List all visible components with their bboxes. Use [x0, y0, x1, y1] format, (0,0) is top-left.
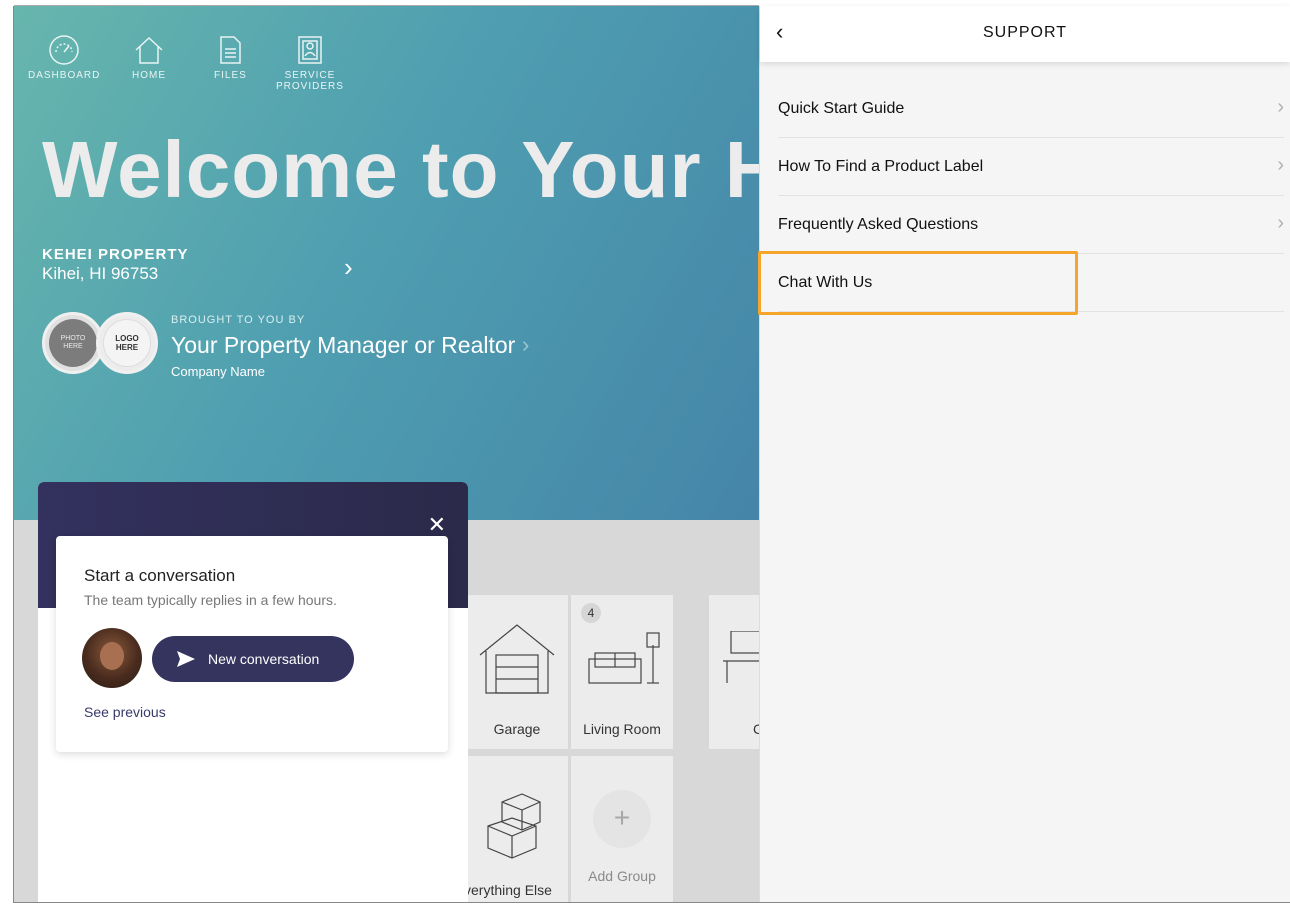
hero-banner: DASHBOARD HOME FILES SERVICE PROVIDERS W…	[14, 6, 759, 520]
manager-name[interactable]: Your Property Manager or Realtor	[171, 332, 515, 359]
support-item-label: Frequently Asked Questions	[778, 216, 979, 233]
brought-by-label: BROUGHT TO YOU BY	[171, 314, 306, 326]
support-item-product-label[interactable]: How To Find a Product Label ›	[778, 138, 1284, 196]
group-label-partial: C	[753, 721, 759, 737]
highlight-box	[758, 251, 1078, 315]
photo-label-2: HERE	[63, 343, 83, 350]
nav-service-providers-label: SERVICE PROVIDERS	[276, 70, 344, 92]
files-icon	[220, 36, 242, 64]
plus-icon: +	[593, 790, 651, 848]
company-name: Company Name	[171, 364, 265, 379]
property-chevron-right-icon[interactable]: ›	[344, 252, 353, 283]
window-frame-bottom	[14, 902, 1290, 903]
property-address[interactable]: Kihei, HI 96753	[42, 264, 158, 284]
nav-service-label-line2: PROVIDERS	[276, 81, 344, 92]
nav-service-providers[interactable]: SERVICE PROVIDERS	[276, 34, 344, 92]
add-group-button[interactable]: + Add Group	[571, 756, 673, 903]
property-name[interactable]: KEHEI PROPERTY	[42, 246, 189, 263]
support-item-faq[interactable]: Frequently Asked Questions ›	[778, 196, 1284, 254]
chat-title: Start a conversation	[84, 566, 236, 585]
see-previous-link[interactable]: See previous	[84, 704, 166, 720]
chevron-right-icon: ›	[1277, 96, 1284, 118]
home-screen: DASHBOARD HOME FILES SERVICE PROVIDERS W…	[14, 6, 759, 903]
support-panel: ‹ SUPPORT Quick Start Guide › How To Fin…	[759, 6, 1290, 903]
support-header: ‹ SUPPORT	[760, 6, 1290, 62]
send-icon	[177, 651, 195, 667]
group-label-everything-else: verything Else	[464, 882, 552, 898]
group-label-living-room: Living Room	[583, 721, 661, 737]
manager-chevron-right-icon[interactable]: ›	[522, 332, 529, 358]
group-tile-garage[interactable]: Garage	[466, 595, 568, 749]
welcome-heading: Welcome to Your Hor	[42, 125, 759, 214]
chat-widget: ✕ Start a conversation The team typicall…	[38, 482, 468, 903]
photo-label-1: PHOTO	[60, 335, 86, 342]
support-title: SUPPORT	[982, 24, 1068, 41]
nav-home-label: HOME	[132, 70, 166, 81]
support-item-label: Quick Start Guide	[778, 100, 905, 117]
group-tile-living-room[interactable]: 4 Living Room	[571, 595, 673, 749]
service-providers-icon	[298, 36, 322, 64]
nav-dashboard[interactable]: DASHBOARD	[28, 34, 100, 81]
desk-icon	[723, 631, 759, 683]
group-tile-everything-else[interactable]: verything Else	[464, 756, 568, 903]
agent-photo-placeholder: PHOTO HERE	[42, 312, 104, 374]
chevron-right-icon: ›	[1277, 154, 1284, 176]
conversation-card: Start a conversation The team typically …	[56, 536, 448, 752]
close-icon[interactable]: ✕	[428, 512, 446, 538]
nav-files-label: FILES	[214, 70, 247, 81]
chat-subtitle: The team typically replies in a few hour…	[84, 592, 337, 608]
support-item-label: How To Find a Product Label	[778, 158, 984, 175]
sofa-icon	[588, 632, 660, 684]
dashboard-gauge-icon	[49, 35, 79, 65]
logo-label-2: HERE	[115, 343, 139, 352]
chevron-right-icon: ›	[1277, 212, 1284, 234]
group-label-garage: Garage	[493, 721, 541, 737]
item-count-badge: 4	[581, 603, 601, 623]
nav-service-label-line1: SERVICE	[284, 70, 336, 81]
garage-icon	[479, 624, 555, 694]
new-conversation-label: New conversation	[208, 651, 320, 667]
nav-home[interactable]: HOME	[132, 34, 166, 81]
agent-avatar	[82, 628, 142, 688]
group-tile-partial[interactable]: C	[709, 595, 759, 749]
add-group-label: Add Group	[588, 868, 656, 884]
boxes-icon	[487, 793, 541, 859]
company-logo-placeholder: LOGO HERE	[96, 312, 158, 374]
new-conversation-button[interactable]: New conversation	[152, 636, 354, 682]
nav-dashboard-label: DASHBOARD	[28, 70, 101, 81]
logo-label-1: LOGO	[115, 334, 139, 343]
home-icon	[135, 36, 163, 64]
nav-files[interactable]: FILES	[214, 34, 247, 81]
support-item-quick-start[interactable]: Quick Start Guide ›	[778, 80, 1284, 138]
